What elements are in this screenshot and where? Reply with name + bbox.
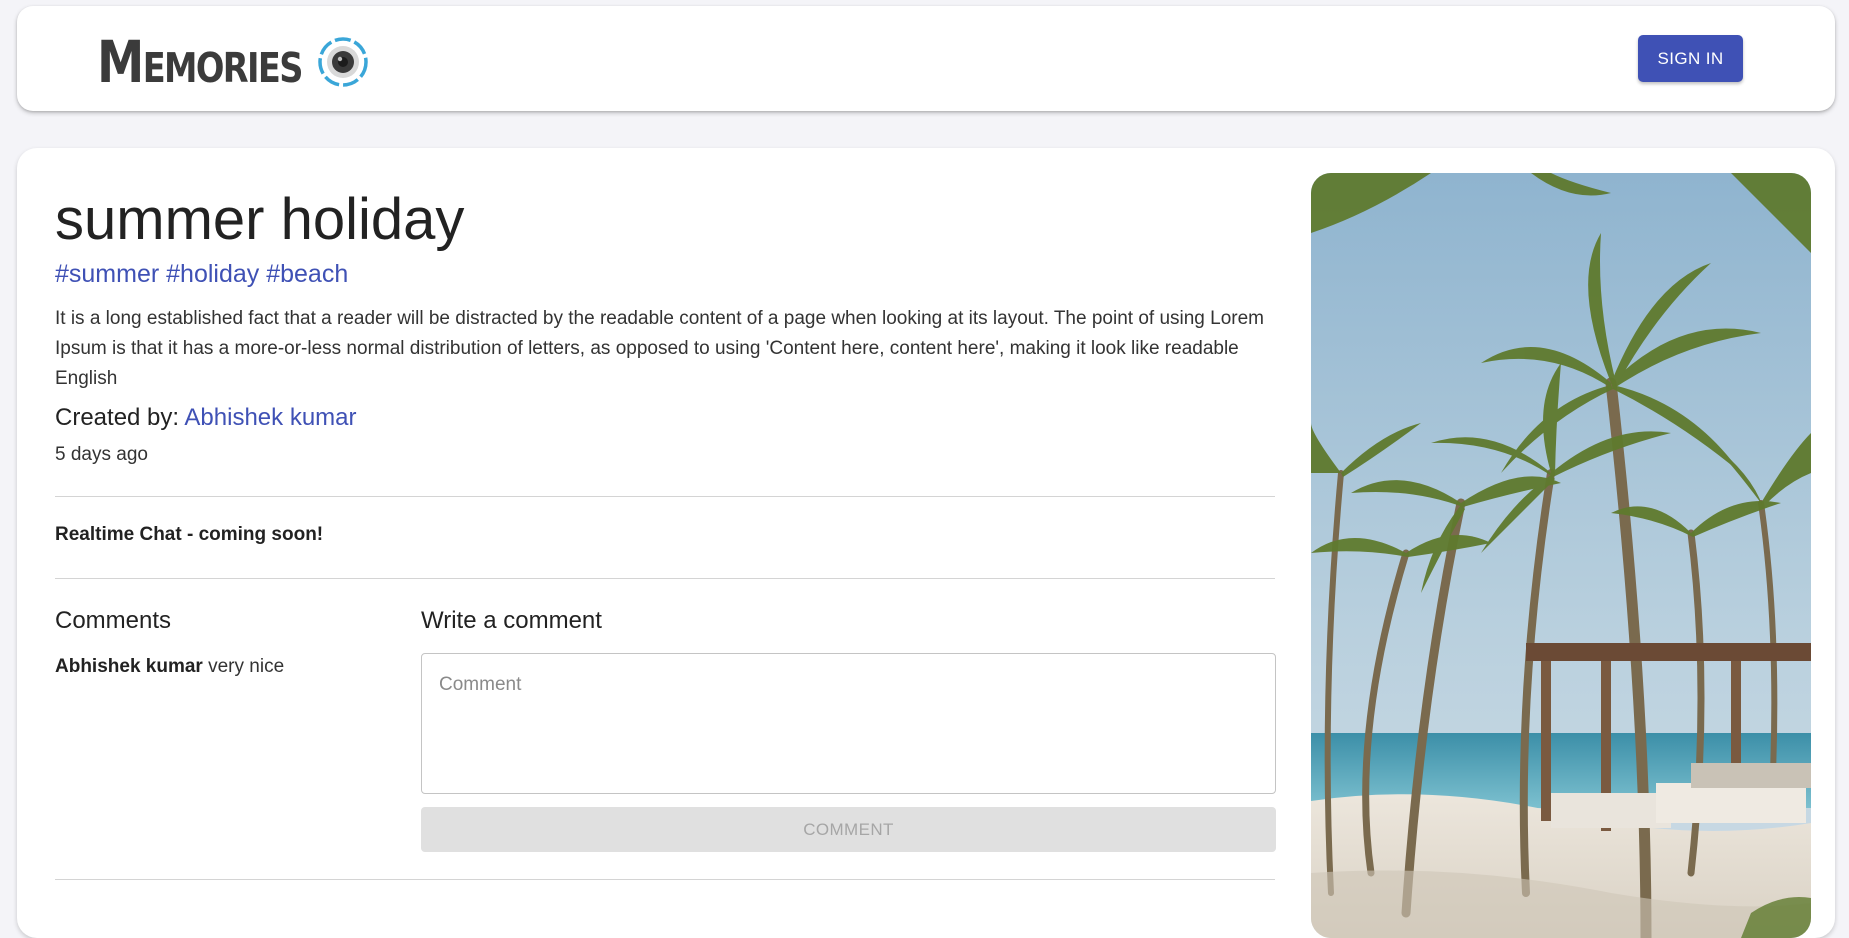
comment-submit-button[interactable]: COMMENT (421, 807, 1276, 852)
post-details-card: summer holiday #summer #holiday #beach I… (17, 148, 1835, 938)
write-comment-heading: Write a comment (421, 607, 602, 634)
brand-name: Memories (97, 28, 303, 96)
divider (55, 496, 1275, 497)
beach-palm-trees-image (1311, 173, 1811, 938)
divider (55, 879, 1275, 880)
comment-author: Abhishek kumar (55, 656, 203, 677)
comment-text: very nice (208, 656, 285, 677)
creator-link[interactable]: Abhishek kumar (184, 404, 356, 431)
comments-heading: Comments (55, 607, 172, 634)
post-message: It is a long established fact that a rea… (55, 308, 1265, 389)
camera-lens-icon (317, 36, 369, 88)
divider (55, 578, 1275, 579)
app-bar: Memories SIGN IN (17, 6, 1835, 111)
brand-logo[interactable]: Memories (97, 30, 369, 94)
post-tags: #summer #holiday #beach (55, 260, 349, 288)
sign-in-button[interactable]: SIGN IN (1638, 35, 1743, 82)
post-image (1311, 173, 1811, 938)
comment-input[interactable] (421, 653, 1276, 794)
post-time-ago: 5 days ago (55, 444, 148, 465)
created-by: Created by: Abhishek kumar (55, 404, 357, 432)
created-by-label: Created by: (55, 404, 180, 431)
comment-item: Abhishek kumar very nice (55, 656, 284, 678)
realtime-chat-note: Realtime Chat - coming soon! (55, 524, 324, 545)
post-title: summer holiday (55, 187, 465, 252)
